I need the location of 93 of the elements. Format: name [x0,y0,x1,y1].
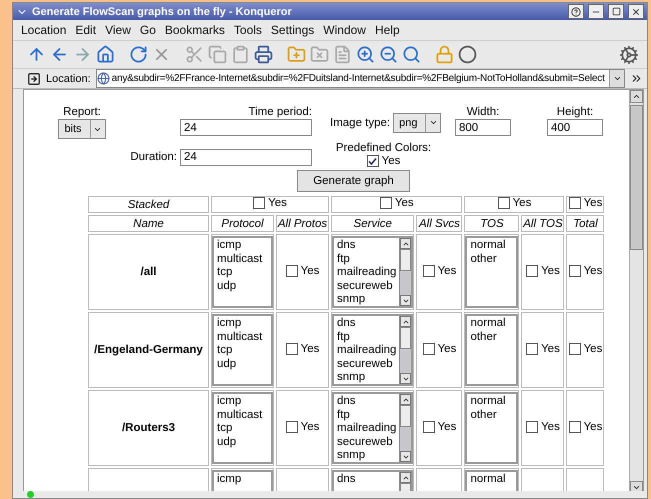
column-header: Service [354,218,392,230]
menu-item[interactable]: Window [323,23,366,37]
field-label: Time period: [248,106,312,118]
home-icon[interactable] [96,45,115,64]
list-box[interactable]: icmp multicast tcp udp [212,236,273,308]
generate-graph-button[interactable]: Generate graph [297,170,410,192]
menu-item[interactable]: Tools [234,23,262,37]
yes-checkbox[interactable]: Yes [286,264,320,276]
reload-icon[interactable] [129,45,148,64]
column-header: Stacked [128,198,170,210]
list-box[interactable]: icmp multicast tcp udp [212,392,273,464]
column-header: Total [573,218,598,230]
field-label: Report: [63,106,101,118]
list-box[interactable]: dns [332,470,414,491]
column-header: TOS [480,218,504,230]
yes-checkbox[interactable]: Yes [422,264,456,276]
maximize-button[interactable] [608,4,624,19]
menu-item[interactable]: Settings [270,23,314,37]
yes-checkbox[interactable]: Yes [366,155,400,167]
location-label: Location: [46,72,91,84]
list-box[interactable]: dns ftp mailreading secureweb snmp [332,314,414,386]
menu-item[interactable]: Help [374,23,400,37]
yes-checkbox[interactable]: Yes [286,342,320,354]
scrollbar[interactable] [399,394,412,462]
list-box[interactable]: normal other [465,314,518,386]
column-header: All TOS [523,218,563,230]
yes-checkbox[interactable]: Yes [568,420,602,432]
dropdown-icon[interactable] [609,70,624,87]
search-icon[interactable] [402,45,421,64]
zoom-in-icon[interactable] [356,45,375,64]
field-label: Height: [556,106,594,118]
record-icon[interactable] [458,45,477,64]
column-header: Protocol [221,218,264,230]
menu-item[interactable]: Edit [75,23,96,37]
menu-item[interactable]: Location [21,23,66,37]
menu-item[interactable]: View [105,23,131,37]
scrollbar[interactable] [399,238,412,306]
list-box[interactable]: dns ftp mailreading secureweb snmp [332,392,414,464]
yes-checkbox[interactable]: Yes [526,342,560,354]
column-header: All Protos [278,218,328,230]
clear-location-icon[interactable] [27,72,41,86]
yes-checkbox[interactable]: Yes [568,342,602,354]
list-box[interactable]: dns ftp mailreading secureweb snmp [332,236,414,308]
globe-icon [96,72,110,85]
column-header: All Svcs [419,218,460,230]
maximize-icon [612,7,620,16]
yes-checkbox[interactable]: Yes [286,420,320,432]
input-field[interactable]: 400 [547,119,603,136]
column-header: Name [133,218,164,230]
image-type-select[interactable]: png [393,112,442,132]
scrollbar[interactable] [629,90,643,491]
checkmark-icon [368,156,378,166]
forward-icon[interactable] [73,45,92,64]
help-icon [571,6,581,16]
input-field[interactable]: 800 [455,119,511,136]
window-title: Generate FlowScan graphs on the fly - Konqueror [32,6,293,18]
minimize-button[interactable] [588,4,604,19]
list-box[interactable]: icmp [212,470,273,491]
yes-checkbox[interactable]: Yes [422,342,456,354]
field-label: Duration: [130,151,177,163]
field-label: Predefined Colors: [336,142,432,154]
input-field[interactable]: 24 [180,148,312,166]
close-button[interactable] [628,4,644,19]
field-label: Width: [466,106,500,118]
caret-icon [428,118,438,127]
yes-checkbox[interactable]: Yes [526,264,560,276]
scrollbar[interactable] [399,316,412,384]
printer-icon[interactable] [254,45,273,64]
row-name: /Routers3 [122,422,176,434]
list-box[interactable]: normal other [465,236,518,308]
list-box[interactable]: normal [465,470,518,491]
yes-checkbox[interactable]: Yes [568,264,602,276]
status-indicator-icon [27,491,34,498]
help-button[interactable] [568,4,584,19]
zoom-out-icon[interactable] [379,45,398,64]
yes-checkbox[interactable]: Yes [380,197,414,209]
report-select[interactable]: bits [58,119,106,139]
yes-checkbox[interactable]: Yes [422,420,456,432]
yes-checkbox[interactable]: Yes [526,420,560,432]
close-icon [631,6,641,16]
row-name: /all [140,266,156,278]
menu-item[interactable]: Bookmarks [164,23,225,37]
row-name: /Engeland-Germany [94,344,203,356]
url-field[interactable]: any&subdir=%2FFrance-Internet&subdir=%2FDuitsland-Internet&subdir=%2FBelgium-NotToHolland&submit=Select [96,69,625,88]
list-box[interactable]: normal other [465,392,518,464]
list-box[interactable]: icmp multicast tcp udp [212,314,273,386]
menu-item[interactable]: Go [140,23,156,37]
clipboard-icon[interactable] [231,45,250,64]
back-icon[interactable] [50,45,69,64]
gear-icon [619,44,639,64]
field-label: Image type: [330,116,390,128]
input-field[interactable]: 24 [180,119,312,136]
chevrons-icon[interactable] [630,72,643,85]
